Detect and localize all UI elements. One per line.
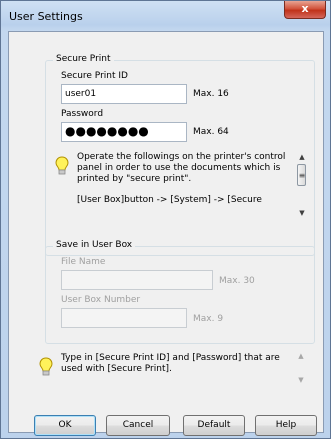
user-box-number-max: Max. 9 [193,314,224,324]
info-line: [User Box]button -> [System] -> [Secure [77,195,262,205]
file-name-label: File Name [61,257,106,267]
secure-print-group-title: Secure Print [53,54,114,64]
dialog-window: User Settings x Secure Print Secure Prin… [0,0,331,439]
scroll-up-arrow-icon[interactable]: ▲ [297,351,305,362]
ok-button[interactable]: OK [34,415,96,436]
info-scrollbar[interactable]: ▲ ≡ ▼ [296,150,308,222]
password-label: Password [61,109,104,119]
user-box-number-input[interactable] [61,308,187,328]
help-scrollbar[interactable]: ▲ ▼ [295,349,307,389]
save-in-user-box-group-title: Save in User Box [53,240,136,250]
secure-print-id-label: Secure Print ID [61,71,128,81]
secure-print-info-box: Operate the followings on the printer's … [55,150,309,224]
info-line: printed by "secure print". [77,174,192,184]
password-max: Max. 64 [193,127,229,137]
grip-icon: ≡ [298,171,306,180]
dialog-client-area: Secure Print Secure Print ID user01 Max.… [8,31,324,436]
default-button[interactable]: Default [183,415,245,436]
file-name-input[interactable] [61,270,213,290]
scroll-thumb[interactable]: ≡ [297,164,306,186]
window-title: User Settings [9,10,83,23]
info-line: Operate the followings on the printer's … [77,152,286,162]
secure-print-id-max: Max. 16 [193,89,229,99]
user-box-number-label: User Box Number [61,295,141,305]
password-input[interactable]: ●●●●●●●● [61,122,187,142]
scroll-up-arrow-icon[interactable]: ▲ [298,152,306,163]
help-button[interactable]: Help [255,415,317,436]
lightbulb-icon [39,357,53,376]
help-text-box: Type in [Secure Print ID] and [Password]… [39,349,304,389]
secure-print-id-input[interactable]: user01 [61,84,187,104]
close-button[interactable]: x [284,1,326,19]
scroll-down-arrow-icon[interactable]: ▼ [297,375,305,386]
info-line: panel in order to use the documents whic… [77,163,281,173]
title-bar[interactable]: User Settings x [1,1,330,31]
cancel-button[interactable]: Cancel [106,415,170,436]
file-name-max: Max. 30 [219,276,255,286]
lightbulb-icon [55,156,69,175]
scroll-down-arrow-icon[interactable]: ▼ [298,208,306,219]
help-line: Type in [Secure Print ID] and [Password]… [61,353,280,363]
help-line: used with [Secure Print]. [61,364,172,374]
